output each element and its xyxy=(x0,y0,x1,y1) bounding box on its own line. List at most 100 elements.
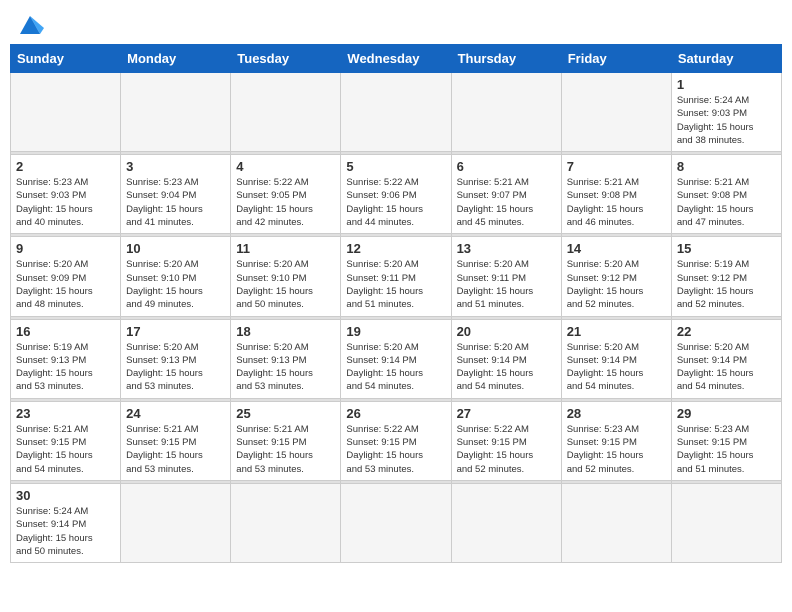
weekday-header-sunday: Sunday xyxy=(11,45,121,73)
calendar-cell-41 xyxy=(561,483,671,562)
day-number: 10 xyxy=(126,241,225,256)
calendar-week-row-5: 23 Sunrise: 5:21 AM Sunset: 9:15 PM Dayli… xyxy=(11,401,782,480)
day-info: Sunrise: 5:21 AM Sunset: 9:08 PM Dayligh… xyxy=(677,176,776,229)
day-info: Sunrise: 5:20 AM Sunset: 9:10 PM Dayligh… xyxy=(126,258,225,311)
weekday-header-row: SundayMondayTuesdayWednesdayThursdayFrid… xyxy=(11,45,782,73)
calendar-cell-2 xyxy=(121,73,231,152)
day-info: Sunrise: 5:19 AM Sunset: 9:12 PM Dayligh… xyxy=(677,258,776,311)
day-info: Sunrise: 5:23 AM Sunset: 9:15 PM Dayligh… xyxy=(677,423,776,476)
day-number: 13 xyxy=(457,241,556,256)
generalblue-logo-icon xyxy=(16,10,44,38)
day-number: 11 xyxy=(236,241,335,256)
calendar-cell-21: 15 Sunrise: 5:19 AM Sunset: 9:12 PM Dayli… xyxy=(671,237,781,316)
day-number: 15 xyxy=(677,241,776,256)
day-info: Sunrise: 5:21 AM Sunset: 9:15 PM Dayligh… xyxy=(236,423,335,476)
day-info: Sunrise: 5:20 AM Sunset: 9:13 PM Dayligh… xyxy=(126,341,225,394)
day-info: Sunrise: 5:20 AM Sunset: 9:13 PM Dayligh… xyxy=(236,341,335,394)
calendar-cell-7: 1 Sunrise: 5:24 AM Sunset: 9:03 PM Daylig… xyxy=(671,73,781,152)
day-number: 26 xyxy=(346,406,445,421)
calendar-cell-34: 28 Sunrise: 5:23 AM Sunset: 9:15 PM Dayli… xyxy=(561,401,671,480)
day-number: 24 xyxy=(126,406,225,421)
day-info: Sunrise: 5:20 AM Sunset: 9:09 PM Dayligh… xyxy=(16,258,115,311)
day-info: Sunrise: 5:23 AM Sunset: 9:15 PM Dayligh… xyxy=(567,423,666,476)
calendar-cell-25: 19Sunrise: 5:20 AM Sunset: 9:14 PM Dayli… xyxy=(341,319,451,398)
day-number: 16 xyxy=(16,324,115,339)
calendar-cell-24: 18 Sunrise: 5:20 AM Sunset: 9:13 PM Dayli… xyxy=(231,319,341,398)
logo xyxy=(14,10,44,38)
calendar-cell-39 xyxy=(341,483,451,562)
day-info: Sunrise: 5:21 AM Sunset: 9:08 PM Dayligh… xyxy=(567,176,666,229)
weekday-header-friday: Friday xyxy=(561,45,671,73)
day-number: 7 xyxy=(567,159,666,174)
day-info: Sunrise: 5:22 AM Sunset: 9:15 PM Dayligh… xyxy=(346,423,445,476)
calendar-cell-17: 11 Sunrise: 5:20 AM Sunset: 9:10 PM Dayli… xyxy=(231,237,341,316)
day-info: Sunrise: 5:24 AM Sunset: 9:03 PM Dayligh… xyxy=(677,94,776,147)
day-number: 28 xyxy=(567,406,666,421)
day-number: 1 xyxy=(677,77,776,92)
page-header xyxy=(10,10,782,38)
calendar-cell-9: 3 Sunrise: 5:23 AM Sunset: 9:04 PM Daylig… xyxy=(121,155,231,234)
calendar-week-row-6: 30Sunrise: 5:24 AM Sunset: 9:14 PM Dayli… xyxy=(11,483,782,562)
day-number: 8 xyxy=(677,159,776,174)
calendar-cell-6 xyxy=(561,73,671,152)
day-info: Sunrise: 5:20 AM Sunset: 9:11 PM Dayligh… xyxy=(457,258,556,311)
day-info: Sunrise: 5:20 AM Sunset: 9:14 PM Dayligh… xyxy=(567,341,666,394)
day-info: Sunrise: 5:20 AM Sunset: 9:14 PM Dayligh… xyxy=(677,341,776,394)
calendar-cell-30: 24 Sunrise: 5:21 AM Sunset: 9:15 PM Dayli… xyxy=(121,401,231,480)
day-number: 18 xyxy=(236,324,335,339)
day-number: 22 xyxy=(677,324,776,339)
calendar-cell-42 xyxy=(671,483,781,562)
day-info: Sunrise: 5:22 AM Sunset: 9:15 PM Dayligh… xyxy=(457,423,556,476)
calendar-cell-3 xyxy=(231,73,341,152)
day-info: Sunrise: 5:22 AM Sunset: 9:06 PM Dayligh… xyxy=(346,176,445,229)
calendar-cell-40 xyxy=(451,483,561,562)
calendar-cell-12: 6 Sunrise: 5:21 AM Sunset: 9:07 PM Daylig… xyxy=(451,155,561,234)
day-info: Sunrise: 5:23 AM Sunset: 9:04 PM Dayligh… xyxy=(126,176,225,229)
day-info: Sunrise: 5:20 AM Sunset: 9:10 PM Dayligh… xyxy=(236,258,335,311)
calendar-cell-4 xyxy=(341,73,451,152)
calendar-cell-36: 30Sunrise: 5:24 AM Sunset: 9:14 PM Dayli… xyxy=(11,483,121,562)
calendar-cell-5 xyxy=(451,73,561,152)
day-number: 2 xyxy=(16,159,115,174)
calendar-cell-23: 17 Sunrise: 5:20 AM Sunset: 9:13 PM Dayli… xyxy=(121,319,231,398)
calendar-cell-20: 14Sunrise: 5:20 AM Sunset: 9:12 PM Dayli… xyxy=(561,237,671,316)
calendar-cell-18: 12Sunrise: 5:20 AM Sunset: 9:11 PM Dayli… xyxy=(341,237,451,316)
calendar-cell-13: 7 Sunrise: 5:21 AM Sunset: 9:08 PM Daylig… xyxy=(561,155,671,234)
day-number: 12 xyxy=(346,241,445,256)
weekday-header-wednesday: Wednesday xyxy=(341,45,451,73)
day-info: Sunrise: 5:21 AM Sunset: 9:07 PM Dayligh… xyxy=(457,176,556,229)
weekday-header-saturday: Saturday xyxy=(671,45,781,73)
day-number: 9 xyxy=(16,241,115,256)
calendar-cell-8: 2 Sunrise: 5:23 AM Sunset: 9:03 PM Daylig… xyxy=(11,155,121,234)
calendar-table: SundayMondayTuesdayWednesdayThursdayFrid… xyxy=(10,44,782,563)
day-number: 6 xyxy=(457,159,556,174)
day-number: 25 xyxy=(236,406,335,421)
day-number: 23 xyxy=(16,406,115,421)
calendar-cell-10: 4Sunrise: 5:22 AM Sunset: 9:05 PM Daylig… xyxy=(231,155,341,234)
weekday-header-monday: Monday xyxy=(121,45,231,73)
weekday-header-thursday: Thursday xyxy=(451,45,561,73)
calendar-cell-32: 26 Sunrise: 5:22 AM Sunset: 9:15 PM Dayli… xyxy=(341,401,451,480)
calendar-week-row-1: 1 Sunrise: 5:24 AM Sunset: 9:03 PM Daylig… xyxy=(11,73,782,152)
calendar-cell-26: 20Sunrise: 5:20 AM Sunset: 9:14 PM Dayli… xyxy=(451,319,561,398)
calendar-week-row-2: 2 Sunrise: 5:23 AM Sunset: 9:03 PM Daylig… xyxy=(11,155,782,234)
day-info: Sunrise: 5:23 AM Sunset: 9:03 PM Dayligh… xyxy=(16,176,115,229)
day-info: Sunrise: 5:21 AM Sunset: 9:15 PM Dayligh… xyxy=(126,423,225,476)
day-number: 29 xyxy=(677,406,776,421)
day-number: 17 xyxy=(126,324,225,339)
day-info: Sunrise: 5:20 AM Sunset: 9:12 PM Dayligh… xyxy=(567,258,666,311)
calendar-cell-11: 5 Sunrise: 5:22 AM Sunset: 9:06 PM Daylig… xyxy=(341,155,451,234)
day-number: 3 xyxy=(126,159,225,174)
day-number: 5 xyxy=(346,159,445,174)
calendar-cell-16: 10 Sunrise: 5:20 AM Sunset: 9:10 PM Dayli… xyxy=(121,237,231,316)
calendar-cell-22: 16Sunrise: 5:19 AM Sunset: 9:13 PM Dayli… xyxy=(11,319,121,398)
calendar-cell-14: 8 Sunrise: 5:21 AM Sunset: 9:08 PM Daylig… xyxy=(671,155,781,234)
day-number: 4 xyxy=(236,159,335,174)
calendar-cell-15: 9 Sunrise: 5:20 AM Sunset: 9:09 PM Daylig… xyxy=(11,237,121,316)
calendar-cell-35: 29 Sunrise: 5:23 AM Sunset: 9:15 PM Dayli… xyxy=(671,401,781,480)
day-number: 21 xyxy=(567,324,666,339)
calendar-cell-1 xyxy=(11,73,121,152)
weekday-header-tuesday: Tuesday xyxy=(231,45,341,73)
day-number: 20 xyxy=(457,324,556,339)
day-number: 27 xyxy=(457,406,556,421)
